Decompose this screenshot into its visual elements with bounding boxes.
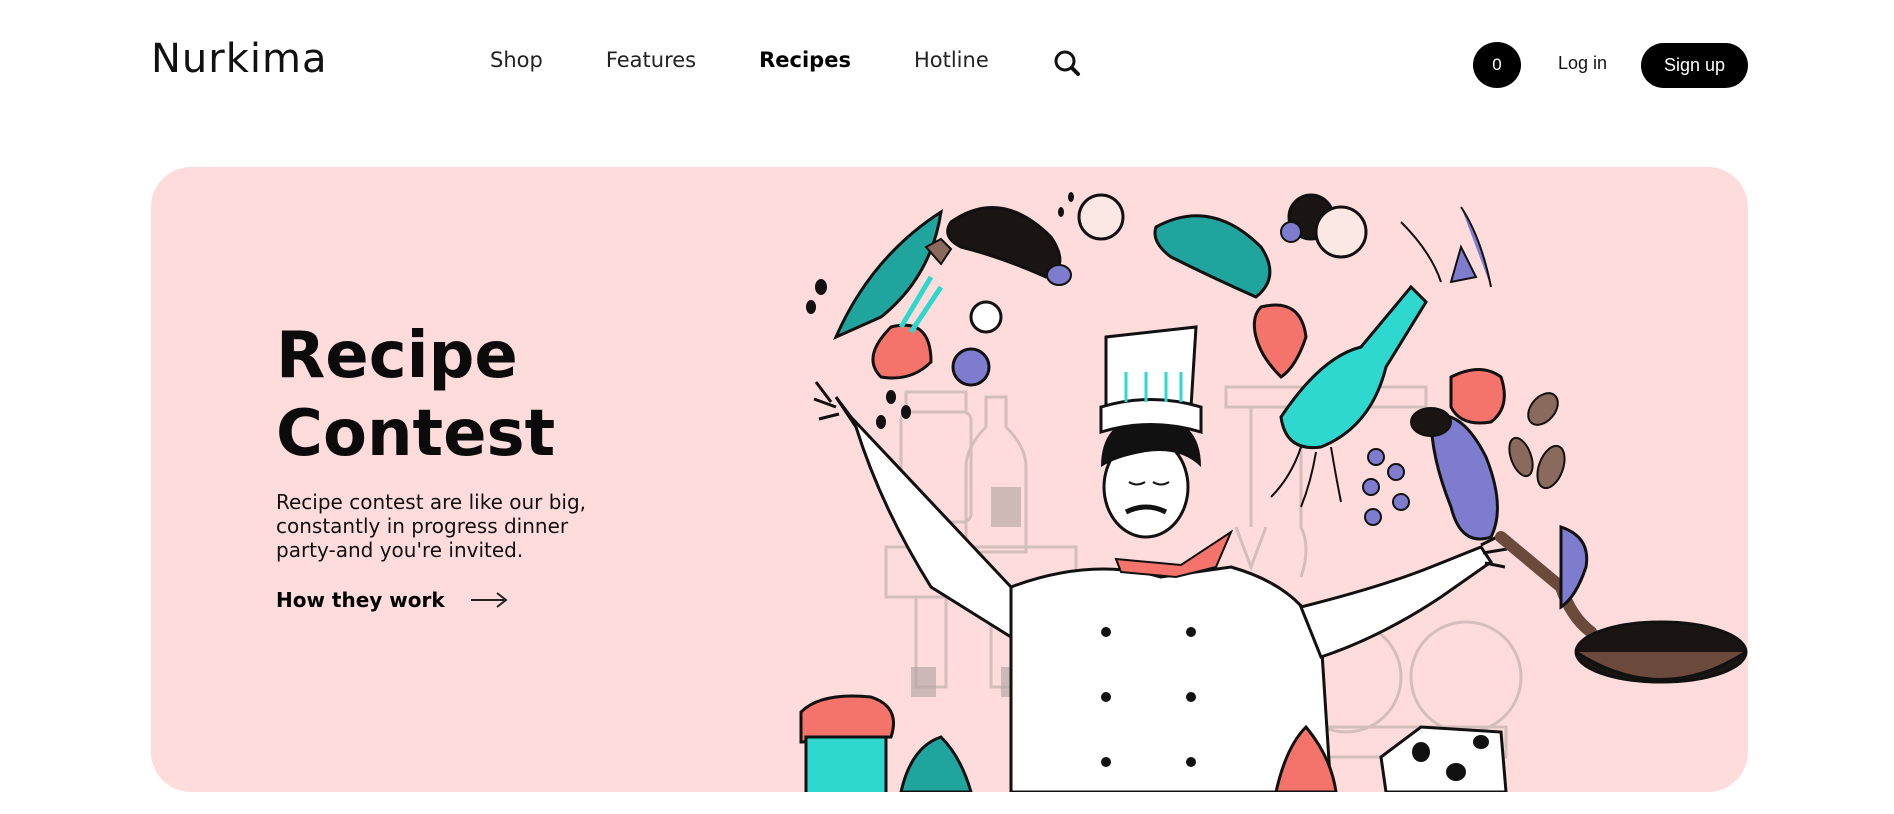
nav-item-features[interactable]: Features: [606, 48, 696, 72]
chef-illustration: [799, 192, 1748, 792]
signup-button[interactable]: Sign up: [1641, 43, 1748, 88]
how-they-work-label: How they work: [276, 588, 445, 612]
cart-count-badge[interactable]: 0: [1473, 42, 1521, 88]
hero-banner: Recipe Contest Recipe contest are like o…: [151, 167, 1748, 792]
nav-item-shop[interactable]: Shop: [490, 48, 543, 72]
hero-title-line: Contest: [276, 397, 556, 471]
how-they-work-link[interactable]: How they work: [276, 588, 509, 612]
site-header: Nurkima Shop Features Recipes Hotline 0 …: [0, 0, 1894, 120]
hero-title: Recipe Contest: [276, 317, 555, 473]
arrow-right-icon: [470, 592, 508, 608]
login-link[interactable]: Log in: [1558, 53, 1607, 74]
hero-title-line: Recipe: [276, 319, 518, 393]
nav-item-recipes[interactable]: Recipes: [759, 48, 851, 72]
search-icon[interactable]: [1052, 48, 1084, 80]
main-nav: Shop Features Recipes Hotline: [490, 48, 1052, 72]
nav-item-hotline[interactable]: Hotline: [914, 48, 989, 72]
brand-logo[interactable]: Nurkima: [151, 36, 327, 82]
hero-description: Recipe contest are like our big, constan…: [276, 490, 587, 562]
